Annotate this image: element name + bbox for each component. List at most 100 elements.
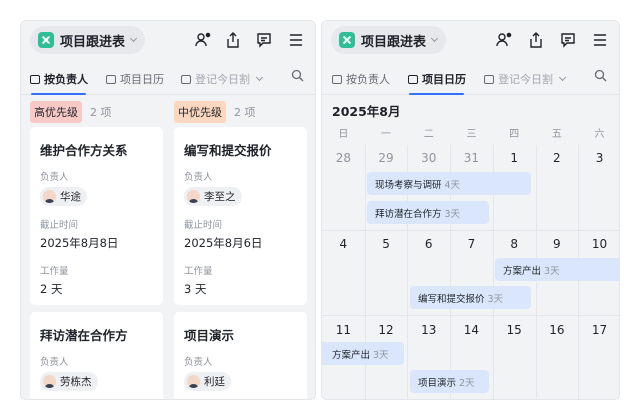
- event-duration: 3天: [444, 208, 461, 220]
- tab-label: 登记今日割: [498, 73, 553, 86]
- event-name: 现场考察与调研: [375, 179, 442, 191]
- day-number[interactable]: 15: [493, 323, 536, 337]
- owner-chip[interactable]: 华途: [40, 187, 87, 206]
- item-count: 2 项: [90, 106, 112, 119]
- day-number[interactable]: 13: [407, 323, 450, 337]
- day-number[interactable]: 6: [407, 237, 450, 251]
- search-icon[interactable]: [590, 65, 610, 85]
- weekday-label: 一: [381, 129, 392, 140]
- app-header: 项目跟进表: [322, 21, 619, 61]
- tab-by-owner[interactable]: 按负责人: [30, 70, 88, 88]
- task-card[interactable]: 维护合作方关系 负责人 华途 截止时间 2025年8月8日 工作量 2 天: [30, 127, 163, 305]
- event-name: 方案产出: [332, 349, 371, 361]
- user-notify-icon[interactable]: [193, 30, 213, 50]
- day-number[interactable]: 10: [578, 237, 619, 251]
- day-number[interactable]: 8: [493, 237, 536, 251]
- grid-line: [322, 230, 619, 231]
- tab-calendar[interactable]: 项目日历: [408, 70, 466, 88]
- day-number[interactable]: 16: [536, 323, 579, 337]
- table-title-switcher[interactable]: 项目跟进表: [331, 26, 447, 54]
- day-number[interactable]: 28: [322, 151, 365, 165]
- left-panel: 项目跟进表 按负责人 项目日历 登记今日割 高优先级 2 项 维护合作方关系 负…: [20, 20, 316, 400]
- column-header: 高优先级 2 项: [30, 101, 165, 123]
- event-duration: 4天: [444, 179, 461, 191]
- tab-form[interactable]: 登记今日割: [181, 70, 264, 88]
- workload-value: 2 天: [40, 282, 63, 296]
- field-label: 负责人: [40, 172, 69, 183]
- card-title: 编写和提交报价: [184, 143, 272, 158]
- table-title: 项目跟进表: [60, 34, 126, 50]
- owner-chip[interactable]: 李至之: [184, 187, 242, 206]
- board-icon: [30, 74, 40, 84]
- tab-label: 按负责人: [44, 73, 88, 86]
- field-label: 截止时间: [40, 220, 79, 231]
- tab-label: 登记今日割: [195, 73, 250, 86]
- search-icon[interactable]: [287, 65, 307, 85]
- calendar-event[interactable]: 方案产出 3天: [495, 258, 619, 281]
- comment-icon[interactable]: [558, 30, 578, 50]
- kanban-column: 高优先级 2 项 维护合作方关系 负责人 华途 截止时间 2025年8月8日 工…: [30, 101, 165, 399]
- calendar-event[interactable]: 方案产出 3天: [322, 342, 404, 365]
- day-number[interactable]: 17: [578, 323, 619, 337]
- calendar-event[interactable]: 现场考察与调研 4天: [367, 172, 531, 195]
- day-number[interactable]: 31: [450, 151, 493, 165]
- field-label: 负责人: [40, 357, 69, 368]
- tab-calendar[interactable]: 项目日历: [106, 70, 164, 88]
- day-number[interactable]: 14: [450, 323, 493, 337]
- day-number[interactable]: 1: [493, 151, 536, 165]
- tab-by-owner[interactable]: 按负责人: [332, 70, 390, 88]
- share-icon[interactable]: [526, 30, 546, 50]
- form-icon: [181, 74, 191, 84]
- owner-name: 李至之: [204, 191, 236, 203]
- app-logo-icon: [38, 32, 54, 48]
- chevron-down-icon[interactable]: [558, 73, 567, 82]
- day-number[interactable]: 11: [322, 323, 365, 337]
- day-number[interactable]: 7: [450, 237, 493, 251]
- task-card[interactable]: 项目演示 负责人 利廷: [174, 312, 307, 399]
- table-title-switcher[interactable]: 项目跟进表: [30, 26, 146, 54]
- menu-icon[interactable]: [286, 30, 306, 50]
- day-number[interactable]: 29: [365, 151, 408, 165]
- day-number[interactable]: 9: [536, 237, 579, 251]
- comment-icon[interactable]: [254, 30, 274, 50]
- user-notify-icon[interactable]: [494, 30, 514, 50]
- grid-line: [322, 315, 619, 316]
- task-card[interactable]: 编写和提交报价 负责人 李至之 截止时间 2025年8月6日 工作量 3 天: [174, 127, 307, 305]
- event-duration: 3天: [487, 293, 504, 305]
- day-number[interactable]: 4: [322, 237, 365, 251]
- field-label: 负责人: [184, 357, 213, 368]
- calendar-month: 2025年8月: [332, 104, 401, 119]
- tab-form[interactable]: 登记今日割: [484, 70, 567, 88]
- weekday-label: 五: [551, 129, 562, 140]
- calendar-event[interactable]: 编写和提交报价 3天: [410, 286, 531, 309]
- field-label: 工作量: [40, 266, 69, 277]
- day-number[interactable]: 2: [536, 151, 579, 165]
- chevron-down-icon[interactable]: [255, 73, 264, 82]
- weekday-label: 六: [594, 129, 605, 140]
- tab-label: 项目日历: [422, 73, 466, 86]
- owner-chip[interactable]: 劳栋杰: [40, 372, 98, 391]
- view-tabs: 按负责人 项目日历 登记今日割: [21, 65, 315, 95]
- menu-icon[interactable]: [590, 30, 610, 50]
- task-card[interactable]: 拜访潜在合作方 负责人 劳栋杰: [30, 312, 163, 399]
- calendar-event[interactable]: 项目演示 2天: [410, 370, 489, 393]
- deadline-value: 2025年8月8日: [40, 236, 119, 250]
- day-number[interactable]: 5: [365, 237, 408, 251]
- day-number[interactable]: 12: [365, 323, 408, 337]
- owner-name: 华途: [60, 191, 81, 203]
- share-icon[interactable]: [223, 30, 243, 50]
- column-header: 中优先级 2 项: [174, 101, 309, 123]
- owner-name: 劳栋杰: [60, 376, 92, 388]
- avatar: [187, 190, 200, 203]
- day-number[interactable]: 30: [407, 151, 450, 165]
- owner-name: 利廷: [204, 376, 225, 388]
- day-number[interactable]: 3: [578, 151, 619, 165]
- weekday-label: 三: [466, 129, 477, 140]
- card-title: 拜访潜在合作方: [40, 328, 128, 343]
- owner-chip[interactable]: 利廷: [184, 372, 231, 391]
- calendar-event[interactable]: 拜访潜在合作方 3天: [367, 201, 489, 224]
- weekday-header: 日 一 二 三 四 五 六: [322, 125, 619, 141]
- card-title: 维护合作方关系: [40, 143, 128, 158]
- item-count: 2 项: [234, 106, 256, 119]
- active-tab-indicator: [409, 93, 464, 95]
